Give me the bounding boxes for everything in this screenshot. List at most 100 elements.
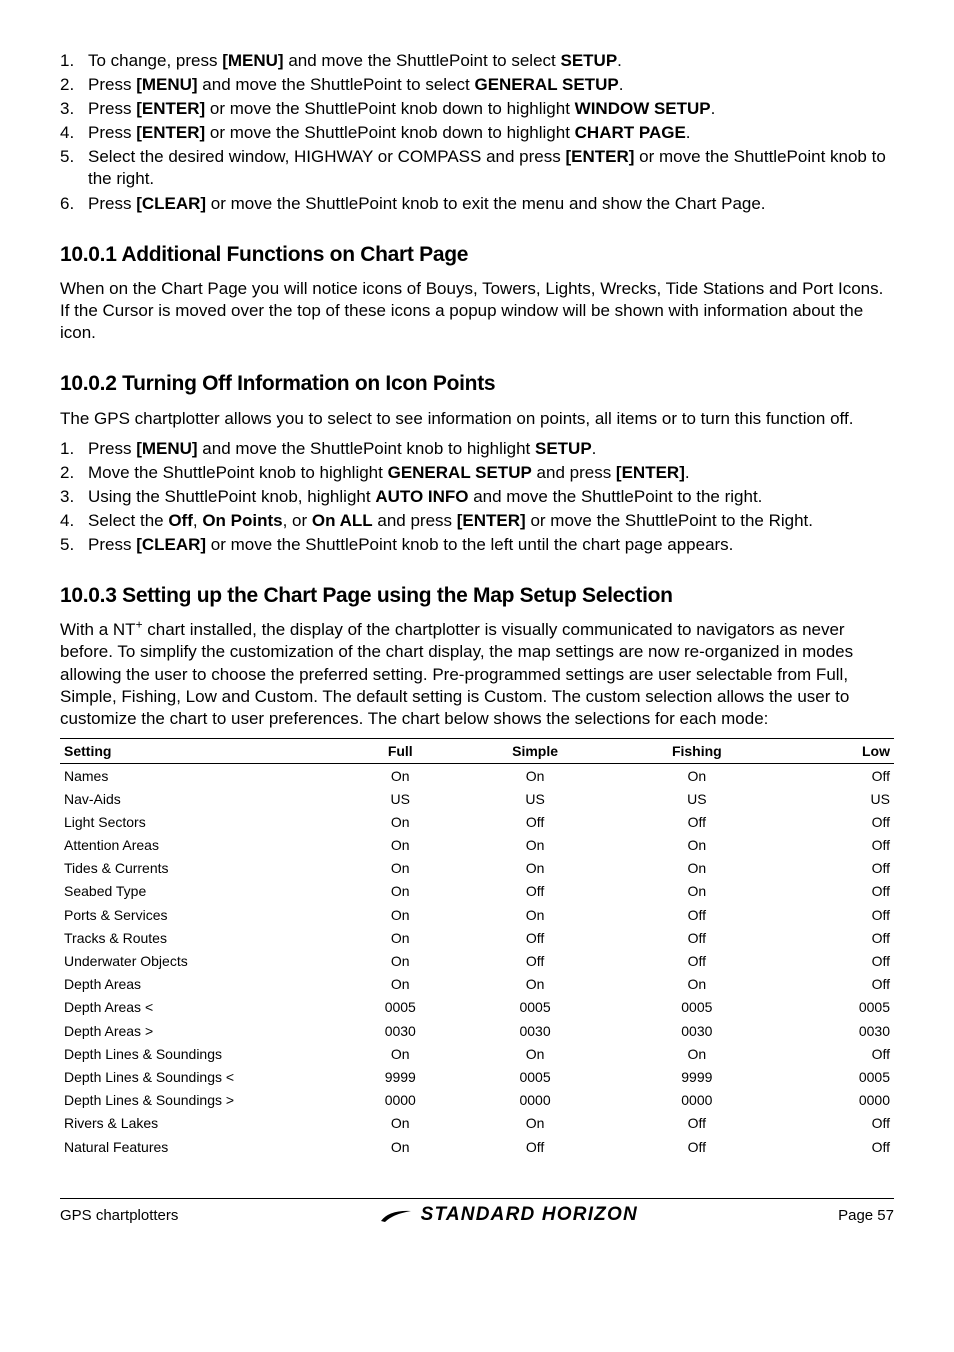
step-number: 5. <box>60 146 88 190</box>
footer-left: GPS chartplotters <box>60 1206 178 1226</box>
step-number: 2. <box>60 462 88 484</box>
list-item: 5. Select the desired window, HIGHWAY or… <box>60 146 894 190</box>
cell-full: On <box>344 973 457 996</box>
intro-steps-list: 1. To change, press [MENU] and move the … <box>60 50 894 215</box>
cell-full: On <box>344 950 457 973</box>
cell-low: Off <box>781 764 894 788</box>
swoosh-icon <box>379 1208 413 1224</box>
cell-low: Off <box>781 973 894 996</box>
list-item: 5.Press [CLEAR] or move the ShuttlePoint… <box>60 534 894 556</box>
cell-fishing: 0030 <box>613 1019 780 1042</box>
step-text: Press [ENTER] or move the ShuttlePoint k… <box>88 98 894 120</box>
cell-full: 0030 <box>344 1019 457 1042</box>
cell-simple: On <box>457 857 613 880</box>
cell-full: On <box>344 810 457 833</box>
cell-low: 0030 <box>781 1019 894 1042</box>
cell-setting: Natural Features <box>60 1135 344 1158</box>
table-body: NamesOnOnOnOffNav-AidsUSUSUSUSLight Sect… <box>60 764 894 1159</box>
cell-fishing: On <box>613 764 780 788</box>
cell-fishing: On <box>613 834 780 857</box>
list-item: 6. Press [CLEAR] or move the ShuttlePoin… <box>60 193 894 215</box>
step-text: Press [CLEAR] or move the ShuttlePoint k… <box>88 193 894 215</box>
table-row: NamesOnOnOnOff <box>60 764 894 788</box>
col-simple: Simple <box>457 738 613 763</box>
cell-full: On <box>344 880 457 903</box>
list-item: 4. Press [ENTER] or move the ShuttlePoin… <box>60 122 894 144</box>
cell-simple: On <box>457 1042 613 1065</box>
table-row: Nav-AidsUSUSUSUS <box>60 787 894 810</box>
step-text: Press [MENU] and move the ShuttlePoint k… <box>88 438 894 460</box>
section-1001-body: When on the Chart Page you will notice i… <box>60 278 894 344</box>
cell-fishing: Off <box>613 903 780 926</box>
cell-simple: Off <box>457 810 613 833</box>
map-settings-table: Setting Full Simple Fishing Low NamesOnO… <box>60 738 894 1158</box>
cell-setting: Tides & Currents <box>60 857 344 880</box>
cell-setting: Rivers & Lakes <box>60 1112 344 1135</box>
table-row: Depth Areas <0005000500050005 <box>60 996 894 1019</box>
step-text: Press [MENU] and move the ShuttlePoint t… <box>88 74 894 96</box>
cell-full: On <box>344 1042 457 1065</box>
cell-full: On <box>344 926 457 949</box>
cell-fishing: Off <box>613 810 780 833</box>
cell-full: 0005 <box>344 996 457 1019</box>
step-text: To change, press [MENU] and move the Shu… <box>88 50 894 72</box>
cell-setting: Names <box>60 764 344 788</box>
cell-low: Off <box>781 1135 894 1158</box>
cell-setting: Seabed Type <box>60 880 344 903</box>
cell-fishing: Off <box>613 1112 780 1135</box>
cell-setting: Ports & Services <box>60 903 344 926</box>
cell-simple: Off <box>457 880 613 903</box>
table-row: Tides & CurrentsOnOnOnOff <box>60 857 894 880</box>
cell-simple: Off <box>457 950 613 973</box>
cell-simple: 0030 <box>457 1019 613 1042</box>
cell-fishing: Off <box>613 926 780 949</box>
col-full: Full <box>344 738 457 763</box>
table-row: Natural FeaturesOnOffOffOff <box>60 1135 894 1158</box>
cell-fishing: On <box>613 880 780 903</box>
table-row: Seabed TypeOnOffOnOff <box>60 880 894 903</box>
cell-full: On <box>344 834 457 857</box>
cell-setting: Depth Areas < <box>60 996 344 1019</box>
table-row: Tracks & RoutesOnOffOffOff <box>60 926 894 949</box>
cell-full: On <box>344 1135 457 1158</box>
list-item: 3. Press [ENTER] or move the ShuttlePoin… <box>60 98 894 120</box>
table-row: Depth Lines & Soundings <999900059999000… <box>60 1065 894 1088</box>
cell-setting: Underwater Objects <box>60 950 344 973</box>
cell-simple: Off <box>457 1135 613 1158</box>
cell-full: On <box>344 857 457 880</box>
cell-low: Off <box>781 1112 894 1135</box>
cell-simple: On <box>457 973 613 996</box>
cell-fishing: Off <box>613 1135 780 1158</box>
col-fishing: Fishing <box>613 738 780 763</box>
section-1002-steps: 1.Press [MENU] and move the ShuttlePoint… <box>60 438 894 556</box>
cell-low: Off <box>781 810 894 833</box>
table-row: Depth Lines & SoundingsOnOnOnOff <box>60 1042 894 1065</box>
cell-low: 0005 <box>781 996 894 1019</box>
cell-fishing: 9999 <box>613 1065 780 1088</box>
cell-simple: On <box>457 1112 613 1135</box>
footer-brand: STANDARD HORIZON <box>379 1203 638 1228</box>
cell-full: US <box>344 787 457 810</box>
list-item: 2. Press [MENU] and move the ShuttlePoin… <box>60 74 894 96</box>
list-item: 4.Select the Off, On Points, or On ALL a… <box>60 510 894 532</box>
step-number: 3. <box>60 486 88 508</box>
step-number: 1. <box>60 438 88 460</box>
cell-low: Off <box>781 834 894 857</box>
cell-full: On <box>344 764 457 788</box>
list-item: 1. To change, press [MENU] and move the … <box>60 50 894 72</box>
cell-setting: Nav-Aids <box>60 787 344 810</box>
table-header-row: Setting Full Simple Fishing Low <box>60 738 894 763</box>
table-row: Depth Areas >0030003000300030 <box>60 1019 894 1042</box>
step-number: 3. <box>60 98 88 120</box>
step-number: 1. <box>60 50 88 72</box>
cell-simple: 0005 <box>457 996 613 1019</box>
cell-low: 0000 <box>781 1089 894 1112</box>
cell-setting: Depth Lines & Soundings > <box>60 1089 344 1112</box>
cell-simple: On <box>457 834 613 857</box>
cell-simple: 0005 <box>457 1065 613 1088</box>
cell-fishing: On <box>613 973 780 996</box>
step-text: Select the Off, On Points, or On ALL and… <box>88 510 894 532</box>
list-item: 1.Press [MENU] and move the ShuttlePoint… <box>60 438 894 460</box>
cell-low: Off <box>781 903 894 926</box>
step-text: Using the ShuttlePoint knob, highlight A… <box>88 486 894 508</box>
